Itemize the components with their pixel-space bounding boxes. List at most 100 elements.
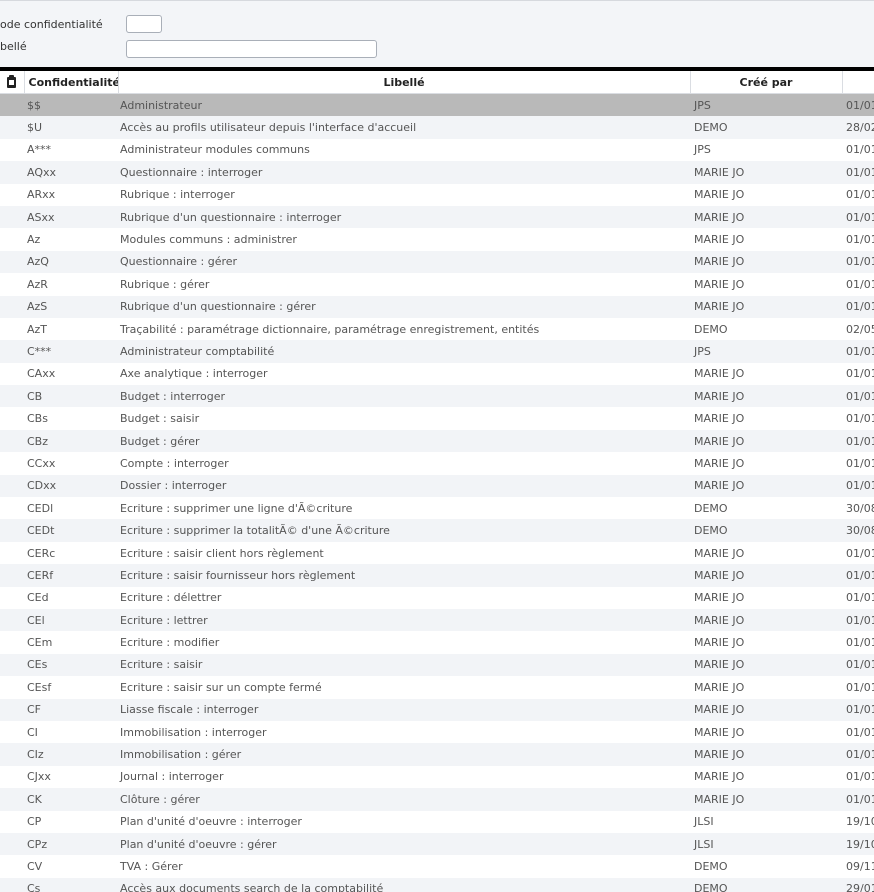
- libelle-cell: Budget : interroger: [118, 385, 690, 407]
- cree-par-cell: MARIE JO: [690, 631, 842, 653]
- date-cell: 01/01: [842, 340, 874, 362]
- cree-par-cell: MARIE JO: [690, 699, 842, 721]
- cree-par-cell: JLSI: [690, 811, 842, 833]
- date-cell: 01/01: [842, 564, 874, 586]
- table-row[interactable]: AzSRubrique d'un questionnaire : gérerMA…: [0, 296, 874, 318]
- table-row[interactable]: CCxxCompte : interrogerMARIE JO01/01: [0, 452, 874, 474]
- libelle-cell: Rubrique : gérer: [118, 273, 690, 295]
- date-cell: 28/02: [842, 116, 874, 138]
- cree-par-cell: JPS: [690, 139, 842, 161]
- table-row[interactable]: AzTTraçabilité : paramétrage dictionnair…: [0, 318, 874, 340]
- cree-par-cell: MARIE JO: [690, 542, 842, 564]
- confidentialite-cell: AQxx: [24, 161, 118, 183]
- table-row[interactable]: ASxxRubrique d'un questionnaire : interr…: [0, 206, 874, 228]
- row-icon-cell: [0, 564, 24, 586]
- libelle-input[interactable]: [126, 40, 377, 58]
- libelle-cell: Liasse fiscale : interroger: [118, 699, 690, 721]
- table-row[interactable]: CVTVA : GérerDEMO09/11: [0, 855, 874, 877]
- table-row[interactable]: A***Administrateur modules communsJPS01/…: [0, 139, 874, 161]
- table-row[interactable]: CJxxJournal : interrogerMARIE JO01/01: [0, 766, 874, 788]
- row-icon-cell: [0, 811, 24, 833]
- libelle-cell: Budget : gérer: [118, 430, 690, 452]
- date-cell: 30/08: [842, 497, 874, 519]
- table-row[interactable]: CIzImmobilisation : gérerMARIE JO01/01: [0, 743, 874, 765]
- table-row[interactable]: CEDtEcriture : supprimer la totalitÃ© d'…: [0, 519, 874, 541]
- table-row[interactable]: CBzBudget : gérerMARIE JO01/01: [0, 430, 874, 452]
- table-row[interactable]: CBBudget : interrogerMARIE JO01/01: [0, 385, 874, 407]
- table-row[interactable]: CEmEcriture : modifierMARIE JO01/01: [0, 631, 874, 653]
- table-row[interactable]: CEDlEcriture : supprimer une ligne d'Ã©c…: [0, 497, 874, 519]
- table-row[interactable]: CKClôture : gérerMARIE JO01/01: [0, 788, 874, 810]
- row-icon-cell: [0, 721, 24, 743]
- confidentialite-cell: $U: [24, 116, 118, 138]
- table-row[interactable]: AzRRubrique : gérerMARIE JO01/01: [0, 273, 874, 295]
- code-confidentialite-input[interactable]: [126, 15, 162, 33]
- table-row[interactable]: CEsfEcriture : saisir sur un compte ferm…: [0, 676, 874, 698]
- table-row[interactable]: CPPlan d'unité d'oeuvre : interrogerJLSI…: [0, 811, 874, 833]
- confidentialite-cell: $$: [24, 94, 118, 117]
- libelle-cell: Ecriture : supprimer la totalitÃ© d'une …: [118, 519, 690, 541]
- row-icon-cell: [0, 788, 24, 810]
- cree-par-cell: JLSI: [690, 833, 842, 855]
- table-body: $$AdministrateurJPS01/01$UAccès au profi…: [0, 94, 874, 892]
- table-row[interactable]: CEdEcriture : délettrerMARIE JO01/01: [0, 587, 874, 609]
- row-icon-cell: [0, 116, 24, 138]
- row-icon-cell: [0, 407, 24, 429]
- table-row[interactable]: ARxxRubrique : interrogerMARIE JO01/01: [0, 184, 874, 206]
- code-confidentialite-label: ode confidentialité: [0, 18, 103, 31]
- table-row[interactable]: CERcEcriture : saisir client hors règlem…: [0, 542, 874, 564]
- row-icon-cell: [0, 296, 24, 318]
- confidentialite-cell: CEl: [24, 609, 118, 631]
- table-row[interactable]: CsAccès aux documents search de la compt…: [0, 878, 874, 892]
- libelle-cell: Immobilisation : interroger: [118, 721, 690, 743]
- cree-par-cell: MARIE JO: [690, 676, 842, 698]
- table-row[interactable]: CEsEcriture : saisirMARIE JO01/01: [0, 654, 874, 676]
- column-header-libelle[interactable]: Libellé: [118, 71, 690, 94]
- confidentialite-cell: Az: [24, 228, 118, 250]
- table-row[interactable]: CAxxAxe analytique : interrogerMARIE JO0…: [0, 363, 874, 385]
- date-cell: 29/01: [842, 878, 874, 892]
- confidentialite-cell: CEd: [24, 587, 118, 609]
- row-icon-cell: [0, 475, 24, 497]
- date-cell: 01/01: [842, 676, 874, 698]
- confidentialite-cell: CJxx: [24, 766, 118, 788]
- date-cell: 01/01: [842, 542, 874, 564]
- table-row[interactable]: CERfEcriture : saisir fournisseur hors r…: [0, 564, 874, 586]
- cree-par-cell: DEMO: [690, 318, 842, 340]
- table-row[interactable]: CIImmobilisation : interrogerMARIE JO01/…: [0, 721, 874, 743]
- row-icon-cell: [0, 497, 24, 519]
- date-cell: 01/01: [842, 430, 874, 452]
- column-header-cree-par[interactable]: Créé par: [690, 71, 842, 94]
- cree-par-cell: MARIE JO: [690, 407, 842, 429]
- libelle-cell: Ecriture : modifier: [118, 631, 690, 653]
- cree-par-cell: DEMO: [690, 497, 842, 519]
- table-row[interactable]: $UAccès au profils utilisateur depuis l'…: [0, 116, 874, 138]
- cree-par-cell: JPS: [690, 340, 842, 362]
- table-row[interactable]: CPzPlan d'unité d'oeuvre : gérerJLSI19/1…: [0, 833, 874, 855]
- table-row[interactable]: CBsBudget : saisirMARIE JO01/01: [0, 407, 874, 429]
- table-row[interactable]: CFLiasse fiscale : interrogerMARIE JO01/…: [0, 699, 874, 721]
- date-cell: 01/01: [842, 631, 874, 653]
- table-row[interactable]: AzModules communs : administrerMARIE JO0…: [0, 228, 874, 250]
- confidentialite-cell: Cs: [24, 878, 118, 892]
- column-header-date[interactable]: [842, 71, 874, 94]
- table-row[interactable]: $$AdministrateurJPS01/01: [0, 94, 874, 117]
- libelle-cell: Questionnaire : gérer: [118, 251, 690, 273]
- date-cell: 01/01: [842, 296, 874, 318]
- table-row[interactable]: AzQQuestionnaire : gérerMARIE JO01/01: [0, 251, 874, 273]
- cree-par-cell: DEMO: [690, 519, 842, 541]
- table-row[interactable]: AQxxQuestionnaire : interrogerMARIE JO01…: [0, 161, 874, 183]
- cree-par-cell: MARIE JO: [690, 161, 842, 183]
- confidentialite-cell: CK: [24, 788, 118, 810]
- cree-par-cell: MARIE JO: [690, 654, 842, 676]
- column-header-icon[interactable]: [0, 71, 24, 94]
- row-icon-cell: [0, 587, 24, 609]
- table-row[interactable]: C***Administrateur comptabilitéJPS01/01: [0, 340, 874, 362]
- date-cell: 01/01: [842, 475, 874, 497]
- column-header-confidentialite[interactable]: Confidentialité⇕: [24, 71, 118, 94]
- cree-par-cell: MARIE JO: [690, 206, 842, 228]
- row-icon-cell: [0, 340, 24, 362]
- table-row[interactable]: CElEcriture : lettrerMARIE JO01/01: [0, 609, 874, 631]
- clipboard-icon[interactable]: [7, 77, 16, 88]
- table-row[interactable]: CDxxDossier : interrogerMARIE JO01/01: [0, 475, 874, 497]
